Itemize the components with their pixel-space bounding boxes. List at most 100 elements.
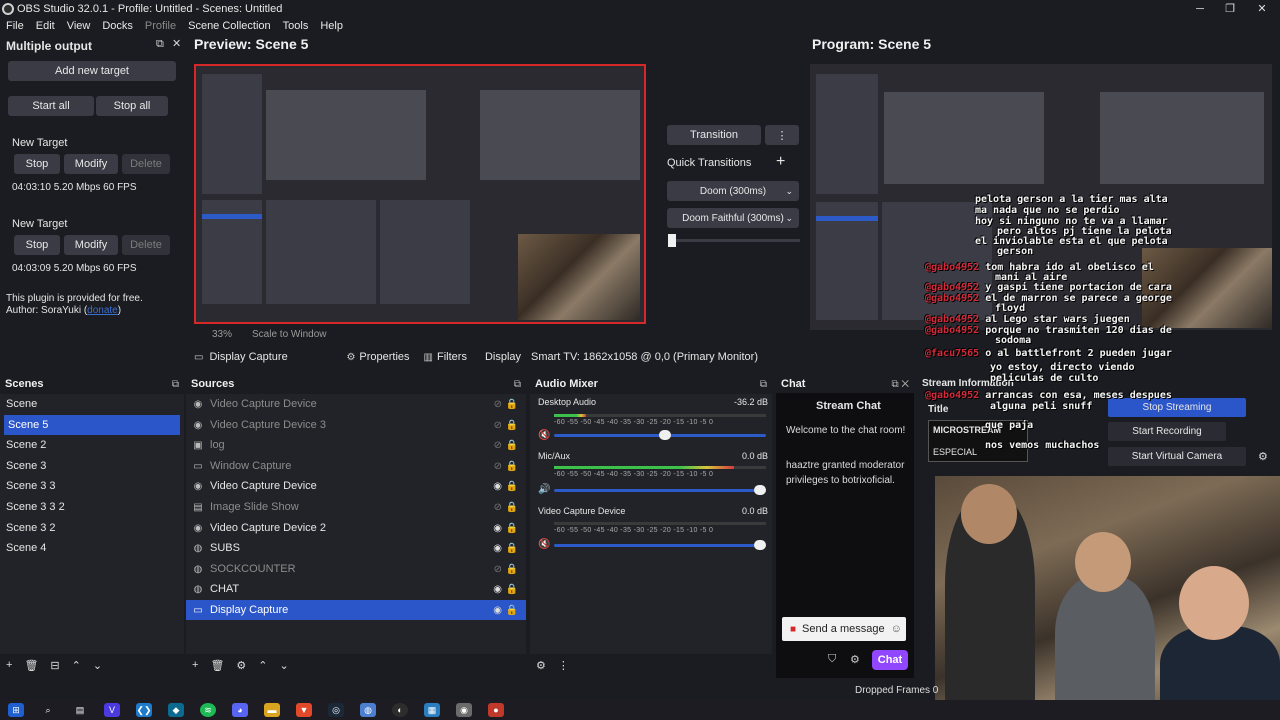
source-item[interactable]: ◉ Video Capture Device 3 ⊘ 🔒 (186, 415, 526, 435)
volume-knob[interactable] (658, 430, 671, 440)
filters-icon[interactable]: ⊟ (50, 659, 59, 672)
close-button[interactable]: ✕ (1246, 0, 1278, 17)
channel-volume-slider[interactable] (554, 430, 766, 440)
eye-icon[interactable]: ◉ (493, 523, 502, 534)
emoji-icon[interactable]: ☺ (891, 623, 902, 635)
move-down-icon[interactable]: ⌄ (93, 659, 102, 672)
float-dock-icon[interactable]: ⧉ (172, 379, 179, 390)
media-app-icon[interactable]: ◆ (168, 703, 184, 717)
scene-item[interactable]: Scene 3 3 (0, 476, 184, 496)
transition-option-doom[interactable]: Doom (300ms) ⌄ (667, 181, 799, 201)
spotify-icon[interactable]: ≋ (200, 703, 216, 717)
remove-scene-icon[interactable]: 🗑 (24, 659, 38, 672)
scene-item[interactable]: Scene 3 3 2 (0, 497, 184, 517)
source-item[interactable]: ◍ CHAT ◉ 🔒 (186, 579, 526, 599)
vscode-icon[interactable]: ❮❯ (136, 703, 152, 717)
add-target-button[interactable]: Add new target (8, 61, 176, 81)
task-view-icon[interactable]: ▤ (72, 703, 88, 717)
app-icon[interactable]: ◉ (456, 703, 472, 717)
maximize-button[interactable]: ❐ (1214, 0, 1246, 17)
shield-icon[interactable]: ⛉ (828, 653, 836, 666)
scene-item[interactable]: Scene 4 (0, 538, 184, 558)
recording-app-icon[interactable]: ● (488, 703, 504, 717)
mixer-settings-icon[interactable]: ⚙ (536, 659, 546, 672)
add-quick-transition-icon[interactable]: + (776, 153, 785, 171)
float-dock-icon[interactable]: ⧉ (514, 379, 521, 390)
float-dock-icon[interactable]: ⧉ (760, 379, 767, 390)
t-bar-track[interactable] (668, 234, 800, 247)
transition-button[interactable]: Transition (667, 125, 761, 145)
steam-icon[interactable]: ◎ (328, 703, 344, 717)
volume-knob[interactable] (754, 485, 766, 495)
float-dock-icon[interactable]: ⧉ ✕ (891, 379, 909, 390)
menu-docks[interactable]: Docks (96, 20, 139, 32)
remove-source-icon[interactable]: 🗑 (210, 659, 224, 672)
chat-input[interactable]: ■ Send a message ☺ (782, 617, 906, 641)
eye-hidden-icon[interactable]: ⊘ (494, 502, 502, 513)
target-1-modify-button[interactable]: Modify (64, 154, 118, 174)
donate-link[interactable]: donate (87, 305, 118, 316)
source-item[interactable]: ▣ log ⊘ 🔒 (186, 435, 526, 455)
lock-icon[interactable]: 🔒 (506, 523, 518, 534)
scene-item[interactable]: Scene 3 2 (0, 518, 184, 538)
speaker-icon[interactable]: 🔊 (538, 484, 550, 495)
lock-icon[interactable]: 🔒 (506, 399, 518, 410)
menu-view[interactable]: View (61, 20, 97, 32)
properties-button[interactable]: Properties (359, 351, 409, 363)
browser-icon[interactable]: ◍ (360, 703, 376, 717)
source-item[interactable]: ◉ Video Capture Device 2 ◉ 🔒 (186, 518, 526, 538)
menu-file[interactable]: File (0, 20, 30, 32)
filters-button[interactable]: Filters (437, 351, 467, 363)
lock-icon[interactable]: 🔒 (506, 605, 518, 616)
scene-item[interactable]: Scene 2 (0, 435, 184, 455)
preview-scale-mode[interactable]: Scale to Window (252, 329, 326, 340)
eye-hidden-icon[interactable]: ⊘ (494, 440, 502, 451)
source-properties-icon[interactable]: ⚙ (236, 659, 246, 672)
source-item[interactable]: ◉ Video Capture Device ⊘ 🔒 (186, 394, 526, 414)
lock-icon[interactable]: 🔒 (506, 502, 518, 513)
t-bar-handle[interactable] (668, 234, 676, 247)
source-item[interactable]: ▭ Window Capture ⊘ 🔒 (186, 456, 526, 476)
channel-volume-slider[interactable] (554, 540, 766, 550)
source-item-selected[interactable]: ▭ Display Capture ◉ 🔒 (186, 600, 526, 620)
source-item[interactable]: ◍ SUBS ◉ 🔒 (186, 538, 526, 558)
start-all-button[interactable]: Start all (8, 96, 94, 116)
chat-settings-icon[interactable]: ⚙ (850, 653, 860, 666)
app-icon[interactable]: ▦ (424, 703, 440, 717)
scene-item[interactable]: Scene 3 (0, 456, 184, 476)
move-up-icon[interactable]: ⌃ (258, 659, 267, 672)
stop-all-button[interactable]: Stop all (96, 96, 168, 116)
target-2-delete-button[interactable]: Delete (122, 235, 170, 255)
target-2-modify-button[interactable]: Modify (64, 235, 118, 255)
channel-volume-slider[interactable] (554, 485, 766, 495)
target-2-stop-button[interactable]: Stop (14, 235, 60, 255)
search-icon[interactable]: ⌕ (40, 703, 56, 717)
move-up-icon[interactable]: ⌃ (72, 659, 81, 672)
source-item[interactable]: ◉ Video Capture Device ◉ 🔒 (186, 476, 526, 496)
obs-taskbar-icon[interactable]: ◐ (392, 703, 408, 717)
minimize-button[interactable]: ─ (1184, 0, 1216, 17)
lock-icon[interactable]: 🔒 (506, 584, 518, 595)
eye-hidden-icon[interactable]: ⊘ (494, 564, 502, 575)
move-down-icon[interactable]: ⌄ (280, 659, 289, 672)
lock-icon[interactable]: 🔒 (506, 543, 518, 554)
eye-icon[interactable]: ◉ (493, 543, 502, 554)
eye-icon[interactable]: ◉ (493, 605, 502, 616)
brave-icon[interactable]: ▼ (296, 703, 312, 717)
eye-icon[interactable]: ◉ (493, 584, 502, 595)
muted-speaker-icon[interactable]: 🔇 (538, 539, 550, 550)
discord-icon[interactable]: ◕ (232, 703, 248, 717)
vpn-app-icon[interactable]: V (104, 703, 120, 717)
scene-item[interactable]: Scene (0, 394, 184, 414)
windows-start-icon[interactable]: ⊞ (8, 703, 24, 717)
menu-profile[interactable]: Profile (139, 20, 182, 32)
add-source-icon[interactable]: + (192, 659, 198, 671)
chat-send-button[interactable]: Chat (872, 650, 908, 670)
mixer-menu-icon[interactable]: ⋮ (558, 659, 569, 672)
source-item[interactable]: ◍ SOCKCOUNTER ⊘ 🔒 (186, 559, 526, 579)
lock-icon[interactable]: 🔒 (506, 420, 518, 431)
menu-tools[interactable]: Tools (277, 20, 315, 32)
target-1-delete-button[interactable]: Delete (122, 154, 170, 174)
eye-hidden-icon[interactable]: ⊘ (494, 420, 502, 431)
preview-canvas[interactable] (194, 64, 646, 324)
